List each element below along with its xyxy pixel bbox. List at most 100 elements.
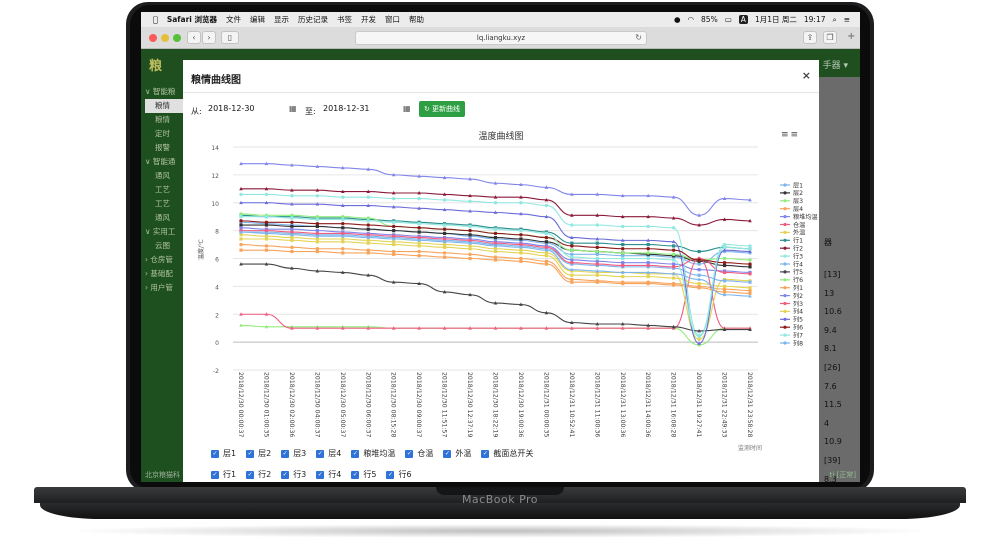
legend-label: 行1 <box>793 237 803 245</box>
series-checkbox[interactable]: ✓ 层4 <box>316 448 341 459</box>
share-button[interactable]: ⇪ <box>803 31 817 44</box>
tabs-button[interactable]: ❐ <box>823 31 837 44</box>
legend-marker <box>783 301 787 306</box>
menubar-time[interactable]: 19:17 <box>804 15 826 24</box>
data-point <box>341 195 345 199</box>
series-checkbox[interactable]: ✓ 行3 <box>281 469 306 480</box>
legend-label: 行6 <box>793 276 803 284</box>
menu-item[interactable]: 文件 <box>226 14 241 25</box>
data-point <box>239 192 243 197</box>
zoom-window-button[interactable] <box>173 34 181 42</box>
x-axis-label: 监测时间 <box>738 444 762 452</box>
menu-list-icon[interactable]: ≡ <box>844 15 850 24</box>
menu-item[interactable]: 历史记录 <box>298 14 328 25</box>
sidebar-item[interactable]: 通风 <box>145 169 183 183</box>
data-point <box>544 254 548 258</box>
legend-label: 层3 <box>793 198 803 205</box>
series-checkbox[interactable]: ✓ 截面总开关 <box>481 448 533 459</box>
y-tick-label: 4 <box>215 284 219 291</box>
legend-label: 列2 <box>793 292 803 300</box>
x-tick-label: 2018/12/30 09:00:37 <box>415 372 422 437</box>
series-checkbox[interactable]: ✓ 外温 <box>443 448 471 459</box>
header-menu[interactable]: 手器 ▾ <box>823 58 848 71</box>
x-tick-label: 2018/12/30 19:00:36 <box>517 372 524 437</box>
sidebar-item[interactable]: ∨ 智能通 <box>145 155 183 169</box>
x-tick-label: 2018/12/30 12:37:19 <box>466 372 473 437</box>
sidebar-item[interactable]: 工艺 <box>145 183 183 197</box>
input-source-icon[interactable]: A <box>738 15 748 24</box>
data-point <box>672 258 676 262</box>
battery-text[interactable]: 85% <box>701 15 718 24</box>
menu-item[interactable]: 开发 <box>361 14 376 25</box>
data-point <box>366 227 370 231</box>
data-point <box>748 258 752 262</box>
data-point <box>722 284 727 288</box>
series-checkbox[interactable]: ✓ 仓温 <box>405 448 433 459</box>
data-point <box>290 220 294 224</box>
series-checkbox[interactable]: ✓ 粮堆均温 <box>351 448 395 459</box>
table-cell: 9.4 <box>824 325 837 335</box>
series-checkbox[interactable]: ✓ 行1 <box>211 469 236 480</box>
checkbox-label: 粮堆均温 <box>363 449 396 458</box>
app-sidebar: ∨ 智能粮 粮情 粮情 定时 报警 ∨ 智能通 通风 工艺 工艺 通风 ∨ 实用工 云图 › 仓房管 › … <box>141 77 183 482</box>
forward-button[interactable]: › <box>202 31 216 44</box>
battery-icon[interactable]: ▭ <box>725 15 732 24</box>
data-point <box>519 229 523 233</box>
data-point <box>697 258 701 262</box>
series-checkbox[interactable]: ✓ 行6 <box>386 469 412 480</box>
sidebar-item[interactable]: ∨ 智能粮 <box>145 85 183 99</box>
data-point <box>290 224 294 229</box>
reload-icon[interactable]: ↻ <box>635 32 642 44</box>
data-point <box>493 227 498 231</box>
series-checkbox[interactable]: ✓ 层2 <box>246 448 271 459</box>
series-checkbox[interactable]: ✓ 层3 <box>281 448 306 459</box>
legend-marker <box>783 246 787 250</box>
series-checkbox[interactable]: ✓ 行4 <box>316 469 341 480</box>
data-point <box>595 262 599 266</box>
temperature-chart: -2 0 2 4 6 8 10 12 14 温度/℃ 2018/12/30 00:00:37 2018… <box>197 145 818 452</box>
apple-icon[interactable]:  <box>153 15 158 24</box>
sidebar-item[interactable]: 报警 <box>145 141 183 155</box>
search-icon[interactable]: ⌕ <box>833 15 837 25</box>
sidebar-item[interactable]: 粮情 <box>145 99 183 113</box>
sidebar-item[interactable]: 定时 <box>145 127 183 141</box>
address-bar[interactable]: lq.liangku.xyz ↻ <box>355 31 647 45</box>
sidebar-item[interactable]: › 仓房管 <box>145 253 183 267</box>
sidebar-item[interactable]: 工艺 <box>145 197 183 211</box>
minimize-window-button[interactable] <box>161 34 169 42</box>
sidebar-item[interactable]: › 用户管 <box>145 281 183 295</box>
series-checkbox[interactable]: ✓ 行2 <box>246 469 271 480</box>
column-header: 器 <box>824 238 832 247</box>
data-point <box>646 263 650 268</box>
series-checkbox[interactable]: ✓ 行5 <box>351 469 376 480</box>
sidebar-item[interactable]: › 基础配 <box>145 267 183 281</box>
sidebar-item[interactable]: 云图 <box>145 239 183 253</box>
menubar-date[interactable]: 1月1日 周二 <box>755 14 797 25</box>
app-logo[interactable]: 粮 <box>149 55 162 74</box>
x-tick-label: 2018/12/31 13:00:36 <box>619 372 626 437</box>
sidebar-item[interactable]: 粮情 <box>145 113 183 127</box>
series-checkbox[interactable]: ✓ 层1 <box>211 448 236 459</box>
new-tab-button[interactable]: + <box>847 31 855 42</box>
menu-item[interactable]: 书签 <box>337 14 352 25</box>
menu-item[interactable]: 帮助 <box>409 14 424 25</box>
menubar-status: ● ◠ 85% ▭ A 1月1日 周二 19:17 ⌕ ≡ <box>674 14 850 25</box>
data-point <box>341 221 345 226</box>
sidebar-toggle-button[interactable]: ▯ <box>221 31 239 44</box>
data-point <box>544 240 548 244</box>
sidebar-item[interactable]: 通风 <box>145 211 183 225</box>
legend-marker <box>783 215 787 219</box>
close-window-button[interactable] <box>149 34 157 42</box>
menu-item[interactable]: 编辑 <box>250 14 265 25</box>
data-point <box>443 245 447 249</box>
wechat-icon[interactable]: ● <box>674 15 681 24</box>
legend-marker <box>783 230 787 234</box>
wifi-icon[interactable]: ◠ <box>687 15 694 24</box>
sidebar-item[interactable]: ∨ 实用工 <box>145 225 183 239</box>
back-button[interactable]: ‹ <box>187 31 201 44</box>
menu-item[interactable]: 显示 <box>274 14 289 25</box>
checkbox-label: 层4 <box>328 449 342 458</box>
data-point <box>341 217 345 222</box>
menu-item[interactable]: 窗口 <box>385 14 400 25</box>
menu-app-name[interactable]: Safari 浏览器 <box>167 14 217 25</box>
